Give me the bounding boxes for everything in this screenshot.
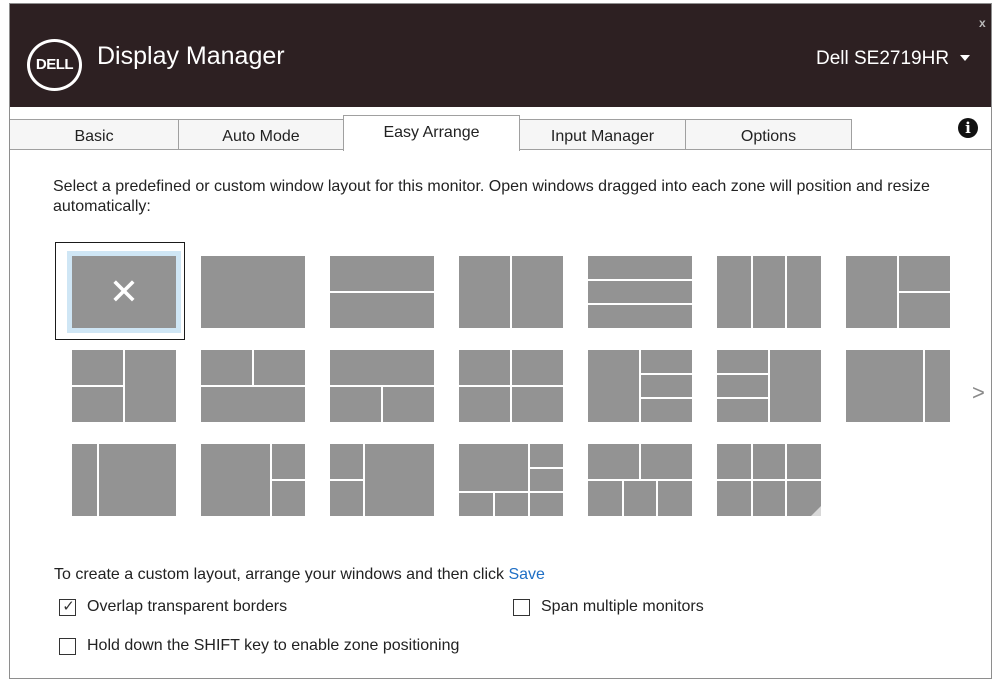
zone-divider xyxy=(639,350,641,422)
zone-divider xyxy=(898,291,950,293)
layout-two-vertical[interactable] xyxy=(459,256,563,328)
layout-left-split-plus-right[interactable] xyxy=(72,350,176,422)
resize-grip-icon xyxy=(811,506,821,516)
tab-auto-mode[interactable]: Auto Mode xyxy=(178,119,344,150)
zone-divider xyxy=(768,350,770,422)
tab-options[interactable]: Options xyxy=(685,119,852,150)
logo-text: DELL xyxy=(35,56,74,73)
layout-single[interactable] xyxy=(201,256,305,328)
layout-left-wide-right-split[interactable] xyxy=(201,444,305,516)
zone-divider xyxy=(459,385,563,387)
custom-layout-hint: To create a custom layout, arrange your … xyxy=(54,566,545,584)
zone-divider xyxy=(588,303,692,305)
zone-divider xyxy=(622,480,624,516)
shift-checkbox[interactable] xyxy=(59,638,76,655)
instructions-text: Select a predefined or custom window lay… xyxy=(53,178,930,215)
zone-divider xyxy=(751,256,753,328)
layout-three-horizontal[interactable] xyxy=(588,256,692,328)
zone-divider xyxy=(459,491,563,493)
zone-divider xyxy=(330,291,434,293)
monitor-name: Dell SE2719HR xyxy=(816,48,950,69)
zone-divider xyxy=(717,397,769,399)
layout-left-narrow[interactable] xyxy=(72,444,176,516)
zone-divider xyxy=(72,385,124,387)
custom-layout-text: To create a custom layout, arrange your … xyxy=(54,566,509,583)
dell-logo-icon: DELL xyxy=(27,39,82,91)
x-icon: ✕ xyxy=(108,271,140,312)
close-button[interactable]: x xyxy=(979,17,986,29)
span-label: Span multiple monitors xyxy=(541,598,704,615)
zone-divider xyxy=(528,444,530,516)
zone-divider xyxy=(717,373,769,375)
zone-divider xyxy=(330,479,364,481)
chevron-right-icon[interactable]: > xyxy=(972,380,985,406)
shift-label: Hold down the SHIFT key to enable zone p… xyxy=(87,637,460,654)
layout-two-horizontal[interactable] xyxy=(330,256,434,328)
layout-top-full-bottom-split[interactable] xyxy=(330,350,434,422)
tab-basic[interactable]: Basic xyxy=(10,119,179,150)
monitor-selector[interactable]: Dell SE2719HR xyxy=(816,48,971,70)
layout-left-three-plus-right[interactable] xyxy=(717,350,821,422)
zone-divider xyxy=(640,397,692,399)
zone-divider xyxy=(271,479,305,481)
easy-arrange-panel: Select a predefined or custom window lay… xyxy=(10,150,991,678)
zone-divider xyxy=(97,444,99,516)
zone-divider xyxy=(510,256,512,328)
overlap-label: Overlap transparent borders xyxy=(87,598,288,615)
layout-top-two-bottom-three[interactable] xyxy=(588,444,692,516)
tab-bar: Basic Auto Mode Easy Arrange Input Manag… xyxy=(10,107,991,151)
chevron-down-icon xyxy=(960,54,971,61)
app-window: DELL Display Manager Dell SE2719HR x Bas… xyxy=(9,3,992,679)
zone-divider xyxy=(923,350,925,422)
zone-divider xyxy=(493,492,495,516)
layout-right-narrow[interactable] xyxy=(846,350,950,422)
check-icon: ✓ xyxy=(62,598,75,615)
title-bar: DELL Display Manager Dell SE2719HR x xyxy=(10,4,991,107)
layout-custom-six-grid[interactable] xyxy=(717,444,821,516)
tab-easy-arrange[interactable]: Easy Arrange xyxy=(343,115,520,151)
layout-left-plus-right-split[interactable] xyxy=(846,256,950,328)
zone-divider xyxy=(381,386,383,422)
layout-four-grid[interactable] xyxy=(459,350,563,422)
layout-left-wide-right-split-bottom-three[interactable] xyxy=(459,444,563,516)
layout-top-split-bottom-full[interactable] xyxy=(201,350,305,422)
zone-divider xyxy=(717,479,821,481)
span-checkbox[interactable] xyxy=(513,599,530,616)
info-icon[interactable]: i xyxy=(958,118,978,138)
layout-three-vertical[interactable] xyxy=(717,256,821,328)
zone-divider xyxy=(588,279,692,281)
layout-none[interactable]: ✕ xyxy=(67,251,181,333)
tab-input-manager[interactable]: Input Manager xyxy=(519,119,686,150)
zone-divider xyxy=(252,350,254,386)
zone-divider xyxy=(656,480,658,516)
zone-divider xyxy=(639,444,641,480)
overlap-checkbox[interactable]: ✓ xyxy=(59,598,76,616)
layout-left-split-right-wide[interactable] xyxy=(330,444,434,516)
layout-left-plus-right-three[interactable] xyxy=(588,350,692,422)
app-title: Display Manager xyxy=(97,42,285,70)
save-link[interactable]: Save xyxy=(508,566,544,583)
zone-divider xyxy=(785,256,787,328)
zone-divider xyxy=(640,373,692,375)
zone-divider xyxy=(529,467,563,469)
